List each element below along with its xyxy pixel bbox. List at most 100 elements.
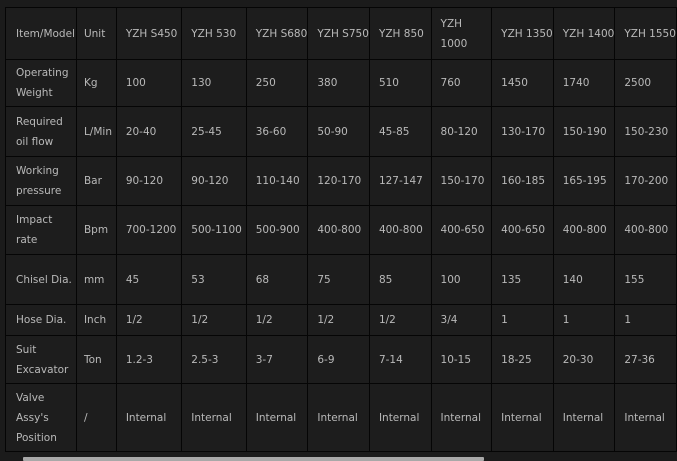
table-cell: 100 xyxy=(115,59,183,107)
table-cell: 400-650 xyxy=(491,205,554,255)
table-header-cell: YZH S450 xyxy=(115,7,183,60)
table-cell: 150-190 xyxy=(552,106,616,157)
table-cell: 400-800 xyxy=(307,205,370,255)
table-header-cell: YZH 1350 xyxy=(491,7,554,60)
table-cell: 25-45 xyxy=(181,106,247,157)
table-cell: 1 xyxy=(491,304,554,336)
table-cell: L/Min xyxy=(75,106,117,157)
table-cell: / xyxy=(75,383,117,452)
table-header-cell: Unit xyxy=(75,7,117,60)
table-cell: Internal xyxy=(245,383,309,452)
table-row: Required oil flow L/Min 20-40 25-45 36-60 50-… xyxy=(5,106,677,157)
table-cell: 80-120 xyxy=(430,106,493,157)
table-header-cell: Item/Model xyxy=(5,7,77,60)
table-cell: 170-200 xyxy=(614,156,677,206)
table-cell: 27-36 xyxy=(614,335,677,384)
table-cell: 135 xyxy=(491,254,554,305)
table-cell: 400-800 xyxy=(552,205,616,255)
table-row: Working pressure Bar 90-120 90-120 110-140 12… xyxy=(5,156,677,206)
table-cell: 400-800 xyxy=(368,205,432,255)
table-cell: 130-170 xyxy=(491,106,554,157)
row-label-cell: Chisel Dia. xyxy=(5,254,77,305)
table-cell: Bar xyxy=(75,156,117,206)
table-cell: 1450 xyxy=(491,59,554,107)
table-cell: 380 xyxy=(307,59,370,107)
table-cell: 68 xyxy=(245,254,309,305)
table-cell: 110-140 xyxy=(245,156,309,206)
row-label-cell: Required oil flow xyxy=(5,106,77,157)
table-cell: Internal xyxy=(181,383,247,452)
table-row: Impact rate Bpm 700-1200 500-1100 500-900 400… xyxy=(5,205,677,255)
table-header-cell: YZH 1000 xyxy=(430,7,493,60)
table-cell: 500-1100 xyxy=(181,205,247,255)
table-cell: 1/2 xyxy=(368,304,432,336)
table-cell: 120-170 xyxy=(307,156,370,206)
table-row: Suit Excavator Ton 1.2-3 2.5-3 3-7 6-9 7-14 10-… xyxy=(5,335,677,384)
table-cell: 1740 xyxy=(552,59,616,107)
table-cell: 3-7 xyxy=(245,335,309,384)
horizontal-scrollbar-thumb[interactable] xyxy=(23,457,484,461)
table-header-row: Item/Model Unit YZH S450 YZH 530 YZH S680 YZH… xyxy=(5,7,677,60)
table-cell: Internal xyxy=(491,383,554,452)
table-cell: Internal xyxy=(552,383,616,452)
table-cell: 18-25 xyxy=(491,335,554,384)
table-cell: 400-800 xyxy=(614,205,677,255)
row-label-cell: Operating Weight xyxy=(5,59,77,107)
table-cell: Internal xyxy=(307,383,370,452)
table-cell: 20-30 xyxy=(552,335,616,384)
table-cell: 155 xyxy=(614,254,677,305)
table-cell: Bpm xyxy=(75,205,117,255)
table-row: Valve Assy's Position / Internal Internal In… xyxy=(5,383,677,452)
table-header-cell: YZH 530 xyxy=(181,7,247,60)
row-label-cell: Valve Assy's Position xyxy=(5,383,77,452)
table-cell: 1/2 xyxy=(245,304,309,336)
table-cell: 90-120 xyxy=(181,156,247,206)
table-cell: 7-14 xyxy=(368,335,432,384)
table-cell: 760 xyxy=(430,59,493,107)
table-cell: 150-170 xyxy=(430,156,493,206)
table-cell: 20-40 xyxy=(115,106,183,157)
table-cell: 400-650 xyxy=(430,205,493,255)
table-cell: 6-9 xyxy=(307,335,370,384)
table-header-cell: YZH 1550 xyxy=(614,7,677,60)
table-header-cell: YZH S750 xyxy=(307,7,370,60)
table-cell: Inch xyxy=(75,304,117,336)
table-cell: 160-185 xyxy=(491,156,554,206)
table-cell: mm xyxy=(75,254,117,305)
table-cell: 700-1200 xyxy=(115,205,183,255)
table-cell: 45 xyxy=(115,254,183,305)
table-cell: 250 xyxy=(245,59,309,107)
table-cell: 85 xyxy=(368,254,432,305)
table-cell: 2500 xyxy=(614,59,677,107)
row-label-cell: Impact rate xyxy=(5,205,77,255)
table-cell: 50-90 xyxy=(307,106,370,157)
table-cell: Internal xyxy=(614,383,677,452)
table-cell: 3/4 xyxy=(430,304,493,336)
table-row: Operating Weight Kg 100 130 250 380 510 760 1450… xyxy=(5,59,677,107)
table-cell: 10-15 xyxy=(430,335,493,384)
spec-table: Item/Model Unit YZH S450 YZH 530 YZH S680 YZH… xyxy=(5,7,677,452)
table-cell: Internal xyxy=(368,383,432,452)
table-cell: 140 xyxy=(552,254,616,305)
table-cell: Kg xyxy=(75,59,117,107)
table-cell: 150-230 xyxy=(614,106,677,157)
table-cell: Internal xyxy=(115,383,183,452)
table-cell: 36-60 xyxy=(245,106,309,157)
table-cell: 127-147 xyxy=(368,156,432,206)
table-cell: 75 xyxy=(307,254,370,305)
table-cell: 53 xyxy=(181,254,247,305)
table-cell: 1/2 xyxy=(307,304,370,336)
table-cell: 1/2 xyxy=(115,304,183,336)
table-cell: 1 xyxy=(552,304,616,336)
table-cell: 1.2-3 xyxy=(115,335,183,384)
table-row: Chisel Dia. mm 45 53 68 75 85 100 135 140 155 xyxy=(5,254,677,305)
table-header-cell: YZH 1400 xyxy=(552,7,616,60)
row-label-cell: Suit Excavator xyxy=(5,335,77,384)
table-cell: 1 xyxy=(614,304,677,336)
table-cell: 1/2 xyxy=(181,304,247,336)
table-cell: 2.5-3 xyxy=(181,335,247,384)
row-label-cell: Hose Dia. xyxy=(5,304,77,336)
table-cell: 130 xyxy=(181,59,247,107)
table-cell: Internal xyxy=(430,383,493,452)
table-cell: 165-195 xyxy=(552,156,616,206)
